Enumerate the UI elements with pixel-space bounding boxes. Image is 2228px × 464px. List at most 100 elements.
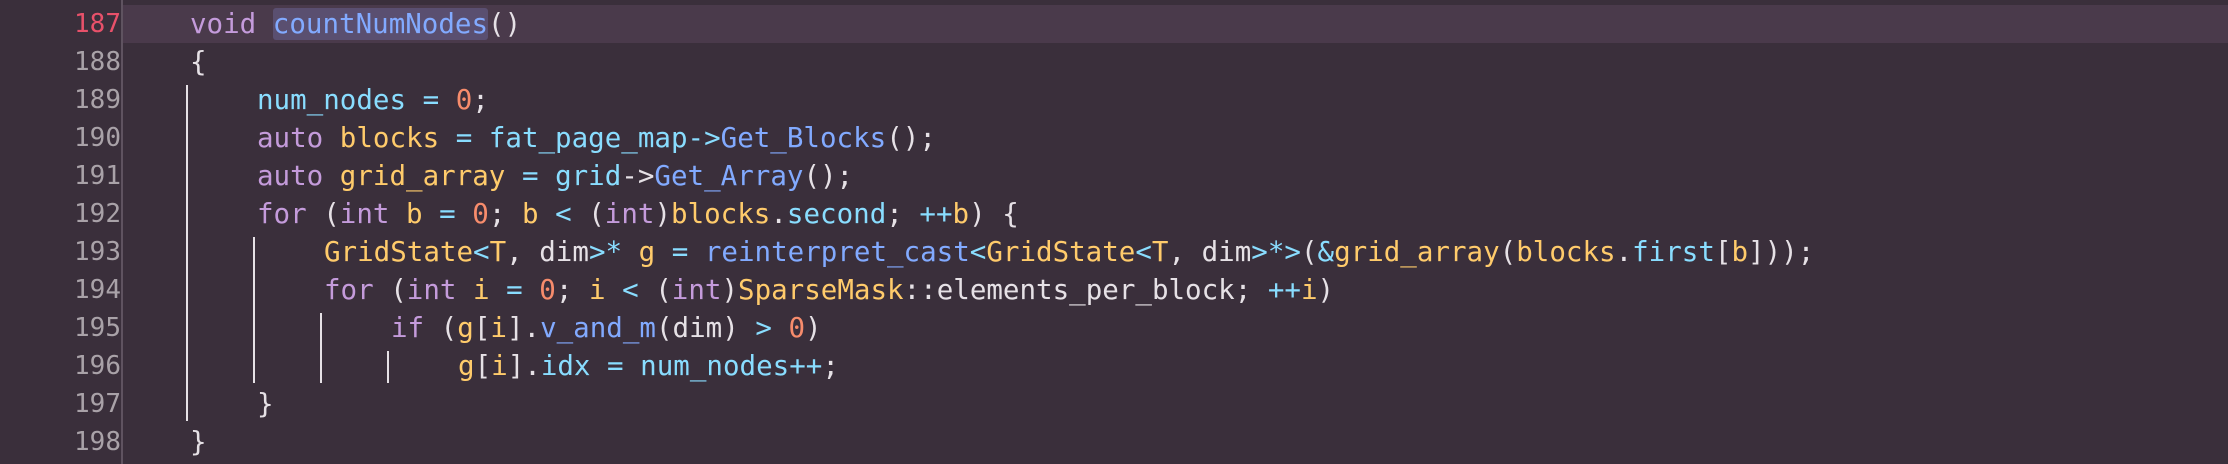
code-token: b bbox=[521, 198, 539, 230]
code-token: blocks bbox=[339, 122, 440, 154]
code-line-text: GridState<T, dim>* g = reinterpret_cast<… bbox=[324, 233, 1814, 271]
code-area[interactable]: void countNumNodes(){num_nodes = 0; auto … bbox=[123, 0, 2228, 464]
code-token: int bbox=[671, 274, 722, 306]
code-token: >* bbox=[588, 236, 623, 268]
line-number: 197 bbox=[74, 389, 121, 419]
code-token: 0 bbox=[788, 312, 805, 344]
code-token: v_and_m bbox=[540, 312, 656, 344]
code-token: < bbox=[555, 198, 572, 230]
code-token: i bbox=[588, 274, 606, 306]
line-number: 191 bbox=[74, 161, 121, 191]
code-token: i bbox=[491, 350, 508, 382]
indent-guide bbox=[387, 351, 389, 383]
code-line[interactable]: { bbox=[123, 43, 2228, 81]
code-token: ]. bbox=[506, 312, 541, 344]
code-line[interactable]: num_nodes = 0; bbox=[123, 81, 2228, 119]
code-token: < bbox=[1135, 236, 1152, 268]
code-token: fat_page_map bbox=[488, 122, 688, 154]
code-token: reinterpret_cast bbox=[704, 236, 970, 268]
code-editor[interactable]: 187 188 189 190 191 192 193 194 195 196 197 198 voi… bbox=[0, 0, 2228, 464]
code-token: (dim) bbox=[655, 312, 756, 344]
code-token: int bbox=[604, 198, 655, 230]
code-line[interactable]: GridState<T, dim>* g = reinterpret_cast<… bbox=[123, 233, 2228, 271]
code-token: (); bbox=[803, 160, 854, 192]
line-number: 194 bbox=[74, 275, 121, 305]
code-token: ; bbox=[886, 198, 920, 230]
code-token: ; bbox=[472, 84, 489, 116]
code-line-text: for (int i = 0; i < (int)SparseMask::ele… bbox=[324, 271, 1334, 309]
code-token: g bbox=[457, 312, 474, 344]
code-line[interactable]: } bbox=[123, 385, 2228, 423]
code-token: grid_array bbox=[339, 160, 506, 192]
code-token: ; bbox=[488, 198, 522, 230]
code-line-text: if (g[i].v_and_m(dim) > 0) bbox=[391, 309, 822, 347]
code-token: int bbox=[406, 274, 457, 306]
code-line[interactable]: } bbox=[123, 423, 2228, 461]
code-line[interactable]: if (g[i].v_and_m(dim) > 0) bbox=[123, 309, 2228, 347]
code-token: [ bbox=[474, 350, 492, 382]
code-token: blocks bbox=[1516, 236, 1616, 268]
indent-guide bbox=[186, 85, 188, 421]
code-token: = bbox=[607, 350, 624, 382]
code-token: b bbox=[406, 198, 423, 230]
code-token: GridState bbox=[324, 236, 474, 268]
code-token: num_nodes bbox=[257, 84, 407, 116]
code-token: b bbox=[952, 198, 970, 230]
code-token: Get_Blocks bbox=[720, 122, 887, 154]
code-token: { bbox=[190, 46, 207, 78]
code-token: ])); bbox=[1748, 236, 1815, 268]
code-token: T bbox=[489, 236, 507, 268]
code-token: < bbox=[622, 274, 639, 306]
code-line[interactable]: auto blocks = fat_page_map->Get_Blocks()… bbox=[123, 119, 2228, 157]
code-line-text: auto grid_array = grid->Get_Array(); bbox=[257, 157, 853, 195]
code-token: } bbox=[190, 426, 207, 458]
code-token: g bbox=[458, 350, 475, 382]
code-token: . bbox=[770, 198, 787, 230]
code-token: 0 bbox=[455, 84, 473, 116]
code-line[interactable]: void countNumNodes() bbox=[123, 5, 2228, 43]
code-token: if bbox=[391, 312, 425, 344]
code-token: < bbox=[969, 236, 987, 268]
code-token: auto bbox=[257, 122, 324, 154]
indent-guide bbox=[320, 313, 322, 383]
code-token: () bbox=[488, 8, 522, 40]
code-token: 0 bbox=[472, 198, 489, 230]
code-token: ( bbox=[638, 274, 672, 306]
code-line-text: } bbox=[257, 385, 274, 423]
code-token: ( bbox=[571, 198, 605, 230]
code-token: ; bbox=[822, 350, 839, 382]
code-line[interactable]: auto grid_array = grid->Get_Array(); bbox=[123, 157, 2228, 195]
code-token: = bbox=[506, 274, 523, 306]
code-line-text: auto blocks = fat_page_map->Get_Blocks()… bbox=[257, 119, 936, 157]
code-token: ]. bbox=[507, 350, 541, 382]
code-token: = bbox=[671, 236, 689, 268]
code-line[interactable]: g[i].idx = num_nodes++; bbox=[123, 347, 2228, 385]
code-token: ( bbox=[1300, 236, 1318, 268]
code-token: , dim bbox=[1168, 236, 1252, 268]
code-token: < bbox=[473, 236, 490, 268]
code-line[interactable]: for (int b = 0; b < (int)blocks.second; … bbox=[123, 195, 2228, 233]
code-token: (); bbox=[886, 122, 936, 154]
code-line-text: g[i].idx = num_nodes++; bbox=[458, 347, 839, 385]
code-token: void bbox=[190, 8, 257, 40]
code-token: ++ bbox=[789, 350, 823, 382]
code-token: ( bbox=[373, 274, 407, 306]
code-token: -> bbox=[621, 160, 655, 192]
code-token: blocks bbox=[671, 198, 771, 230]
code-line[interactable]: for (int i = 0; i < (int)SparseMask::ele… bbox=[123, 271, 2228, 309]
code-token: idx bbox=[540, 350, 591, 382]
code-token: ( bbox=[1499, 236, 1517, 268]
